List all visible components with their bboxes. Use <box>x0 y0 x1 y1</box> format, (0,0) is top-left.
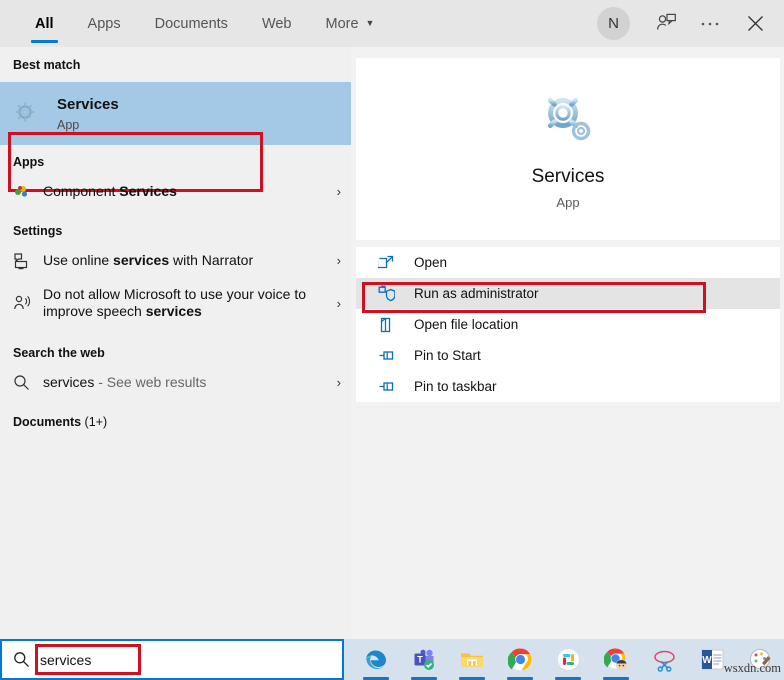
group-header-best-match: Best match <box>13 58 81 72</box>
svg-text:W: W <box>702 655 712 666</box>
taskbar-file-explorer[interactable] <box>448 639 496 680</box>
tab-apps-label: Apps <box>87 15 121 32</box>
svg-text:T: T <box>417 655 423 665</box>
action-label: Pin to Start <box>414 348 481 363</box>
best-match-text: Services App <box>57 95 119 132</box>
search-tab-bar: All Apps Documents Web More ▼ N <box>0 0 784 47</box>
taskbar-chrome-profile[interactable] <box>592 639 640 680</box>
result-label: services - See web results <box>43 373 207 390</box>
ellipsis-icon[interactable] <box>688 0 732 47</box>
avatar[interactable]: N <box>597 7 630 40</box>
tab-all-label: All <box>35 15 54 32</box>
app-preview-panel: Services App Open Run as administrator O… <box>351 47 784 639</box>
preview-app-type: App <box>556 195 580 210</box>
pin-icon <box>378 379 414 395</box>
action-open[interactable]: Open <box>356 247 780 278</box>
chevron-right-icon[interactable]: › <box>331 375 341 390</box>
chevron-right-icon[interactable]: › <box>331 253 341 268</box>
close-icon[interactable] <box>732 0 778 47</box>
tab-documents-label: Documents <box>154 15 228 32</box>
window-controls: N <box>597 0 784 47</box>
group-header-apps: Apps <box>13 155 45 169</box>
preview-app-name: Services <box>531 166 605 187</box>
search-input-value[interactable]: services <box>40 652 91 668</box>
result-label: Do not allow Microsoft to use your voice… <box>43 285 307 320</box>
pin-icon <box>378 348 414 364</box>
tab-list: All Apps Documents Web More ▼ <box>18 0 391 47</box>
start-menu-search-window: All Apps Documents Web More ▼ N Best mat… <box>0 0 784 680</box>
tab-all[interactable]: All <box>18 0 71 47</box>
taskbar-snipping-tool[interactable] <box>640 639 688 680</box>
group-header-search-web: Search the web <box>13 346 105 360</box>
taskbar-microsoft-edge[interactable] <box>352 639 400 680</box>
tab-apps[interactable]: Apps <box>71 0 138 47</box>
group-header-documents: Documents (1+) <box>13 415 108 429</box>
action-label: Open <box>414 255 448 270</box>
chevron-down-icon: ▼ <box>365 18 375 28</box>
search-icon <box>2 651 40 668</box>
avatar-initial: N <box>608 15 619 32</box>
result-component-services[interactable]: Component Services › <box>0 173 351 210</box>
component-services-icon <box>13 183 43 200</box>
services-gear-icon <box>537 88 599 150</box>
watermark: wsxdn.com <box>723 661 781 675</box>
shield-admin-icon <box>378 285 414 302</box>
taskbar-google-chrome[interactable] <box>496 639 544 680</box>
tab-documents[interactable]: Documents <box>138 0 245 47</box>
result-best-match-services[interactable]: Services App <box>0 82 351 145</box>
chevron-right-icon[interactable]: › <box>331 184 341 199</box>
open-external-icon <box>378 255 414 271</box>
taskbar-search-box[interactable]: services <box>0 639 344 680</box>
tab-more-label: More <box>325 15 359 32</box>
app-actions-list: Open Run as administrator Open file loca… <box>356 247 780 402</box>
best-match-subtitle: App <box>57 118 80 133</box>
speech-icon <box>13 294 43 312</box>
action-open-file-location[interactable]: Open file location <box>356 309 780 340</box>
person-feedback-icon[interactable] <box>644 0 688 47</box>
taskbar-app-icons: T W <box>352 639 784 680</box>
result-label: Use online services with Narrator <box>43 251 254 268</box>
action-label: Run as administrator <box>414 286 539 301</box>
chevron-right-icon[interactable]: › <box>331 296 341 311</box>
tab-web-label: Web <box>261 15 292 32</box>
services-gear-icon <box>13 100 57 128</box>
narrator-icon <box>13 252 43 270</box>
result-label: Component Services <box>43 182 177 199</box>
taskbar-slack[interactable] <box>544 639 592 680</box>
action-label: Open file location <box>414 317 519 332</box>
best-match-title: Services <box>57 95 119 113</box>
action-pin-to-taskbar[interactable]: Pin to taskbar <box>356 371 780 402</box>
tab-web[interactable]: Web <box>245 0 309 47</box>
taskbar-microsoft-teams[interactable]: T <box>400 639 448 680</box>
action-pin-to-start[interactable]: Pin to Start <box>356 340 780 371</box>
result-web-services[interactable]: services - See web results › <box>0 364 351 401</box>
app-preview-card: Services App <box>356 58 780 240</box>
search-results-panel: Best match Services App Apps Component S… <box>0 47 351 639</box>
folder-location-icon <box>378 317 414 333</box>
search-icon <box>13 374 43 391</box>
action-label: Pin to taskbar <box>414 379 497 394</box>
result-speech-services[interactable]: Do not allow Microsoft to use your voice… <box>0 279 351 327</box>
result-narrator-online-services[interactable]: Use online services with Narrator › <box>0 242 351 279</box>
group-header-settings: Settings <box>13 224 63 238</box>
action-run-as-administrator[interactable]: Run as administrator <box>356 278 780 309</box>
tab-more[interactable]: More ▼ <box>309 0 392 47</box>
